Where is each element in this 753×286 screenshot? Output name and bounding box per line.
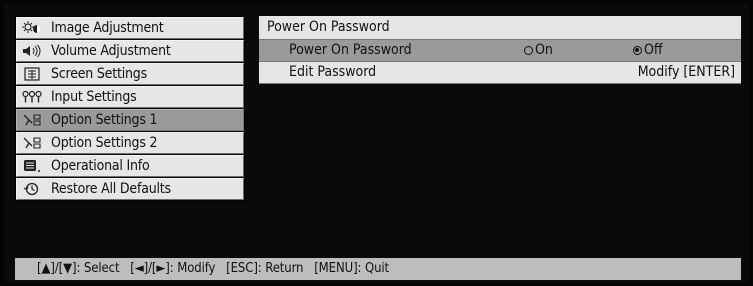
menu-item-option-settings-2[interactable]: Option Settings 2 bbox=[16, 132, 244, 154]
menu-item-label: Image Adjustment bbox=[51, 20, 164, 36]
menu-item-option-settings-1[interactable]: Option Settings 1 bbox=[16, 109, 244, 131]
menu-item-volume-adjustment[interactable]: Volume Adjustment bbox=[16, 40, 244, 62]
menu-item-label: Option Settings 1 bbox=[51, 112, 158, 128]
key-hint-bar: [▲]/[▼]: Select [◄]/[►]: Modify [ESC]: R… bbox=[15, 258, 741, 280]
menu-item-label: Operational Info bbox=[51, 158, 150, 174]
menu-item-input-settings[interactable]: Input Settings bbox=[16, 86, 244, 108]
setting-name: Edit Password bbox=[289, 64, 377, 80]
menu-item-label: Input Settings bbox=[51, 89, 137, 105]
setting-name: Power On Password bbox=[289, 42, 412, 58]
main-menu: Image Adjustment Volume Adjustment Scree… bbox=[15, 16, 245, 202]
modify-action[interactable]: Modify [ENTER] bbox=[638, 62, 735, 83]
volume-icon bbox=[21, 43, 43, 59]
menu-item-restore-all-defaults[interactable]: Restore All Defaults bbox=[16, 178, 244, 200]
settings-panel: Power On Password Power On Password On O… bbox=[259, 16, 741, 238]
menu-item-label: Option Settings 2 bbox=[51, 135, 158, 151]
menu-item-operational-info[interactable]: Operational Info bbox=[16, 155, 244, 177]
menu-item-screen-settings[interactable]: Screen Settings bbox=[16, 63, 244, 85]
option-off-label: Off bbox=[644, 42, 663, 58]
option-on-radio[interactable]: On bbox=[524, 40, 553, 61]
option-settings-icon bbox=[21, 112, 43, 128]
panel-title: Power On Password bbox=[259, 16, 741, 40]
setting-row-edit-password[interactable]: Edit Password Modify [ENTER] bbox=[259, 62, 741, 84]
menu-item-image-adjustment[interactable]: Image Adjustment bbox=[16, 17, 244, 39]
info-icon bbox=[21, 158, 43, 174]
setting-row-power-on-password[interactable]: Power On Password On Off bbox=[259, 40, 741, 62]
image-adjustment-icon bbox=[21, 20, 43, 36]
input-icon bbox=[21, 89, 43, 105]
option-on-label: On bbox=[535, 42, 553, 58]
option-settings-icon bbox=[21, 135, 43, 151]
menu-item-label: Restore All Defaults bbox=[51, 181, 171, 197]
screen-icon bbox=[21, 66, 43, 82]
radio-empty-icon bbox=[524, 46, 533, 55]
menu-item-label: Volume Adjustment bbox=[51, 43, 171, 59]
radio-selected-icon bbox=[633, 46, 642, 55]
menu-item-label: Screen Settings bbox=[51, 66, 147, 82]
option-off-radio[interactable]: Off bbox=[633, 40, 663, 61]
restore-icon bbox=[21, 181, 43, 197]
